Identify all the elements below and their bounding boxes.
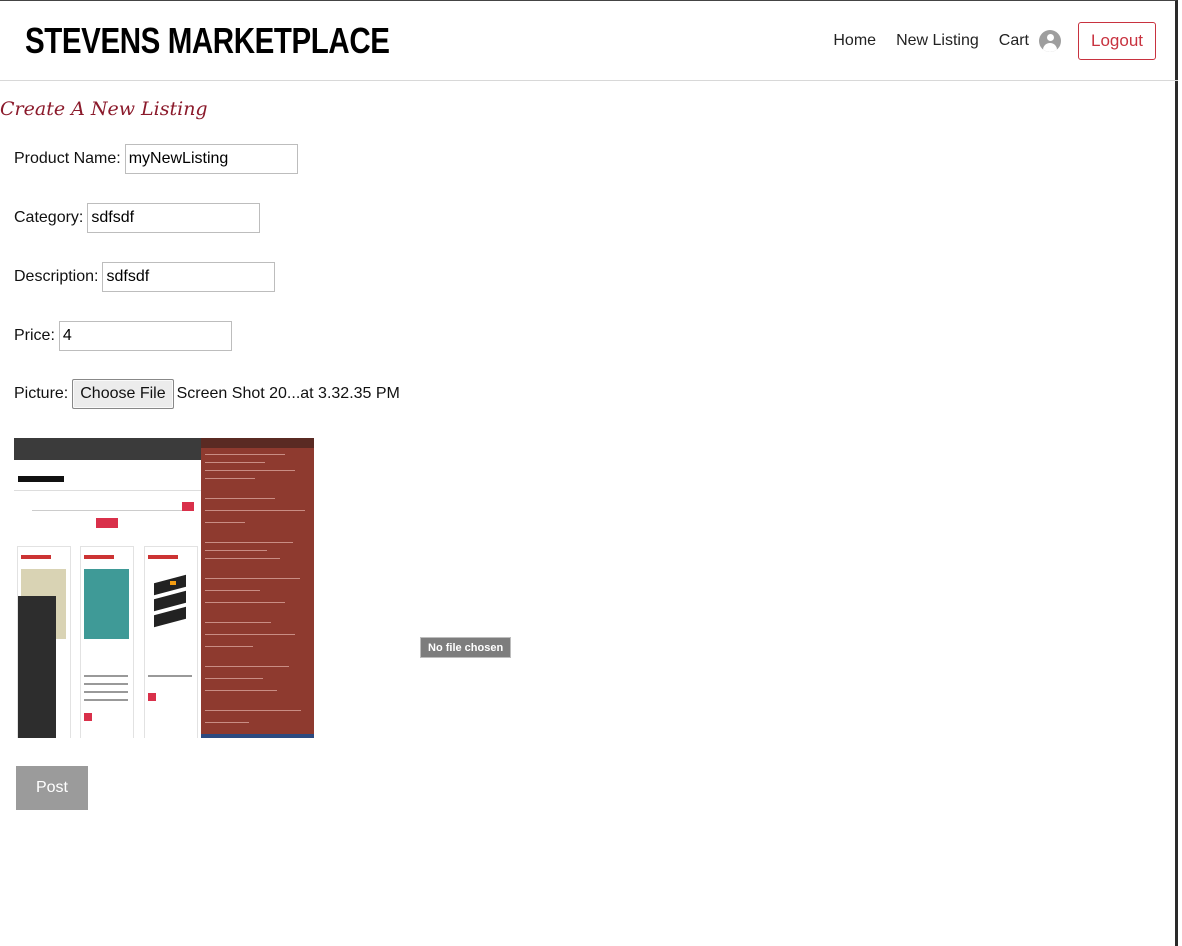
navbar: STEVENS MARKETPLACE Home New Listing Car… bbox=[0, 0, 1178, 81]
choose-file-button[interactable]: Choose File bbox=[72, 379, 174, 409]
category-input[interactable] bbox=[87, 203, 261, 233]
product-name-row: Product Name: bbox=[14, 144, 298, 174]
product-name-label: Product Name: bbox=[14, 150, 121, 167]
picture-preview-image bbox=[14, 438, 314, 738]
price-input[interactable] bbox=[58, 321, 232, 351]
description-input[interactable] bbox=[102, 262, 276, 292]
nav-links: Home New Listing Cart Logout bbox=[833, 22, 1156, 60]
brand-logo[interactable]: STEVENS MARKETPLACE bbox=[25, 20, 390, 62]
picture-row: Picture: Choose File Screen Shot 20...at… bbox=[14, 379, 400, 409]
picture-label: Picture: bbox=[14, 385, 69, 402]
page-title: Create A New Listing bbox=[0, 98, 208, 120]
user-avatar-icon[interactable] bbox=[1039, 30, 1061, 52]
nav-home-link[interactable]: Home bbox=[833, 32, 876, 50]
selected-file-name: Screen Shot 20...at 3.32.35 PM bbox=[176, 385, 400, 402]
price-row: Price: bbox=[14, 321, 232, 351]
category-row: Category: bbox=[14, 203, 261, 233]
nav-new-listing-link[interactable]: New Listing bbox=[896, 32, 979, 50]
post-button[interactable]: Post bbox=[16, 766, 88, 810]
file-input-tooltip: No file chosen bbox=[420, 637, 512, 658]
product-name-input[interactable] bbox=[124, 144, 298, 174]
description-row: Description: bbox=[14, 262, 276, 292]
category-label: Category: bbox=[14, 209, 84, 226]
price-label: Price: bbox=[14, 327, 55, 344]
logout-button[interactable]: Logout bbox=[1078, 22, 1156, 60]
nav-cart-link[interactable]: Cart bbox=[999, 32, 1029, 50]
description-label: Description: bbox=[14, 268, 99, 285]
